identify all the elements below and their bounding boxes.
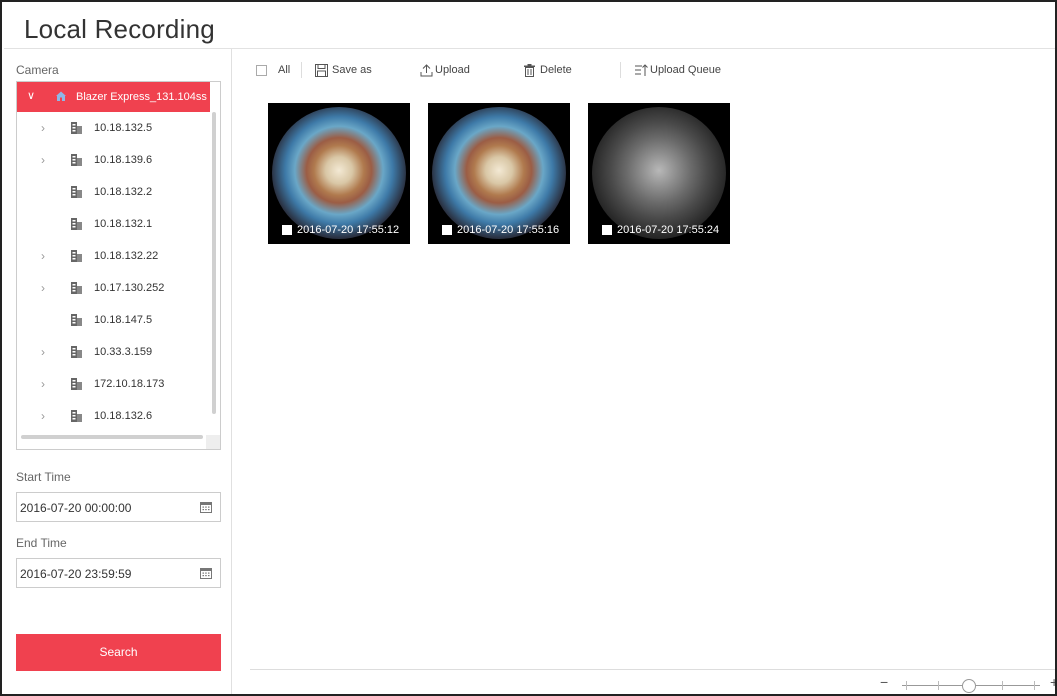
chevron-right-icon[interactable]: › bbox=[41, 281, 45, 295]
tree-item[interactable]: › 10.18.132.6 bbox=[17, 400, 210, 432]
page-title: Local Recording bbox=[24, 14, 215, 44]
toolbar: All Save as Upload Delete Upload Queue bbox=[252, 58, 1052, 82]
end-time-value: 2016-07-20 23:59:59 bbox=[20, 567, 132, 581]
building-icon bbox=[71, 250, 82, 262]
recording-timestamp: 2016-07-20 17:55:12 bbox=[297, 224, 400, 236]
zoom-in-button[interactable]: + bbox=[1050, 674, 1055, 690]
tree-root-label: Blazer Express_131.104ss bbox=[76, 91, 207, 103]
camera-tree[interactable]: ∨ Blazer Express_131.104ss › 10.18.132.5… bbox=[16, 81, 221, 450]
tree-horizontal-scrollbar[interactable] bbox=[21, 435, 203, 439]
toolbar-divider bbox=[301, 62, 302, 78]
tree-item-label: 10.18.132.2 bbox=[94, 186, 153, 198]
tree-item[interactable]: › 10.33.3.159 bbox=[17, 336, 210, 368]
building-icon bbox=[71, 218, 82, 230]
recording-checkbox[interactable] bbox=[602, 225, 612, 235]
calendar-icon[interactable] bbox=[200, 567, 212, 579]
zoom-slider-handle[interactable] bbox=[962, 679, 976, 693]
chevron-right-icon[interactable]: › bbox=[41, 345, 45, 359]
camera-label: Camera bbox=[16, 63, 59, 77]
filter-panel: Camera ∨ Blazer Express_131.104ss › 10.1… bbox=[4, 49, 232, 694]
tree-root-item[interactable]: ∨ Blazer Express_131.104ss bbox=[17, 82, 210, 112]
building-icon bbox=[71, 282, 82, 294]
upload-queue-icon bbox=[635, 63, 648, 76]
tree-item[interactable]: 10.18.132.2 bbox=[17, 176, 210, 208]
tree-item[interactable]: 10.18.132.1 bbox=[17, 208, 210, 240]
search-button[interactable]: Search bbox=[16, 634, 221, 671]
zoom-tick bbox=[1002, 681, 1003, 690]
building-icon bbox=[71, 154, 82, 166]
select-all-control[interactable]: All bbox=[256, 58, 290, 82]
tree-item[interactable]: › 10.18.139.6 bbox=[17, 144, 210, 176]
upload-queue-button[interactable]: Upload Queue bbox=[635, 58, 721, 82]
tree-item-label: 10.33.3.159 bbox=[94, 346, 153, 358]
end-time-field[interactable]: 2016-07-20 23:59:59 bbox=[16, 558, 221, 588]
zoom-tick bbox=[1034, 681, 1035, 690]
save-as-label: Save as bbox=[332, 64, 372, 76]
tree-item[interactable]: › 10.18.132.22 bbox=[17, 240, 210, 272]
recording-caption: 2016-07-20 17:55:24 bbox=[602, 222, 719, 238]
tree-vertical-scrollbar[interactable] bbox=[212, 112, 216, 414]
building-icon bbox=[71, 314, 82, 326]
tree-item[interactable]: 10.18.147.5 bbox=[17, 304, 210, 336]
building-icon bbox=[71, 122, 82, 134]
delete-button[interactable]: Delete bbox=[523, 58, 572, 82]
tree-item-label: 10.18.132.6 bbox=[94, 410, 153, 422]
end-time-label: End Time bbox=[16, 536, 67, 550]
app-window: Local Recording Camera ∨ Blazer Express_… bbox=[0, 0, 1057, 696]
tree-item[interactable]: › 10.17.130.252 bbox=[17, 272, 210, 304]
chevron-right-icon[interactable]: › bbox=[41, 377, 45, 391]
tree-item[interactable]: › 10.18.132.5 bbox=[17, 112, 210, 144]
tree-item-label: 10.18.132.5 bbox=[94, 122, 153, 134]
recording-thumbnail[interactable]: 2016-07-20 17:55:12 bbox=[268, 103, 410, 244]
select-all-checkbox[interactable] bbox=[256, 64, 267, 76]
tree-item-label: 10.18.139.6 bbox=[94, 154, 153, 166]
calendar-icon[interactable] bbox=[200, 501, 212, 513]
tree-item-label: 10.18.132.22 bbox=[94, 250, 159, 262]
fisheye-image bbox=[592, 107, 726, 239]
tree-item[interactable]: › 172.10.18.173 bbox=[17, 368, 210, 400]
upload-queue-label: Upload Queue bbox=[650, 64, 721, 76]
chevron-down-icon[interactable]: ∨ bbox=[27, 89, 35, 102]
chevron-right-icon[interactable]: › bbox=[41, 409, 45, 423]
zoom-tick bbox=[938, 681, 939, 690]
zoom-out-button[interactable]: − bbox=[880, 674, 888, 690]
recording-timestamp: 2016-07-20 17:55:16 bbox=[457, 224, 560, 236]
trash-icon bbox=[524, 63, 535, 77]
building-icon bbox=[71, 346, 82, 358]
recording-checkbox[interactable] bbox=[282, 225, 292, 235]
bottom-divider bbox=[250, 669, 1055, 670]
save-icon bbox=[315, 63, 328, 77]
fisheye-image bbox=[272, 107, 406, 239]
recording-caption: 2016-07-20 17:55:16 bbox=[442, 222, 559, 238]
upload-button[interactable]: Upload bbox=[420, 58, 470, 82]
recording-thumbnail[interactable]: 2016-07-20 17:55:24 bbox=[588, 103, 730, 244]
save-as-button[interactable]: Save as bbox=[315, 58, 372, 82]
tree-item-label: 172.10.18.173 bbox=[94, 378, 165, 390]
start-time-value: 2016-07-20 00:00:00 bbox=[20, 501, 132, 515]
tree-item-label: 10.17.130.252 bbox=[94, 282, 165, 294]
chevron-right-icon[interactable]: › bbox=[41, 153, 45, 167]
recording-thumbnail[interactable]: 2016-07-20 17:55:16 bbox=[428, 103, 570, 244]
chevron-right-icon[interactable]: › bbox=[41, 121, 45, 135]
zoom-tick bbox=[906, 681, 907, 690]
start-time-label: Start Time bbox=[16, 470, 71, 484]
tree-item-label: 10.18.132.1 bbox=[94, 218, 153, 230]
chevron-right-icon[interactable]: › bbox=[41, 249, 45, 263]
building-icon bbox=[71, 410, 82, 422]
building-icon bbox=[71, 378, 82, 390]
select-all-label: All bbox=[278, 64, 291, 76]
upload-label: Upload bbox=[435, 64, 470, 76]
upload-icon bbox=[420, 63, 433, 76]
recording-timestamp: 2016-07-20 17:55:24 bbox=[617, 224, 720, 236]
start-time-field[interactable]: 2016-07-20 00:00:00 bbox=[16, 492, 221, 522]
fisheye-image bbox=[432, 107, 566, 239]
delete-label: Delete bbox=[540, 64, 572, 76]
tree-item-label: 10.18.147.5 bbox=[94, 314, 153, 326]
scroll-corner bbox=[206, 435, 220, 449]
building-icon bbox=[71, 186, 82, 198]
recording-caption: 2016-07-20 17:55:12 bbox=[282, 222, 399, 238]
recording-checkbox[interactable] bbox=[442, 225, 452, 235]
home-icon bbox=[56, 91, 66, 101]
toolbar-divider bbox=[620, 62, 621, 78]
